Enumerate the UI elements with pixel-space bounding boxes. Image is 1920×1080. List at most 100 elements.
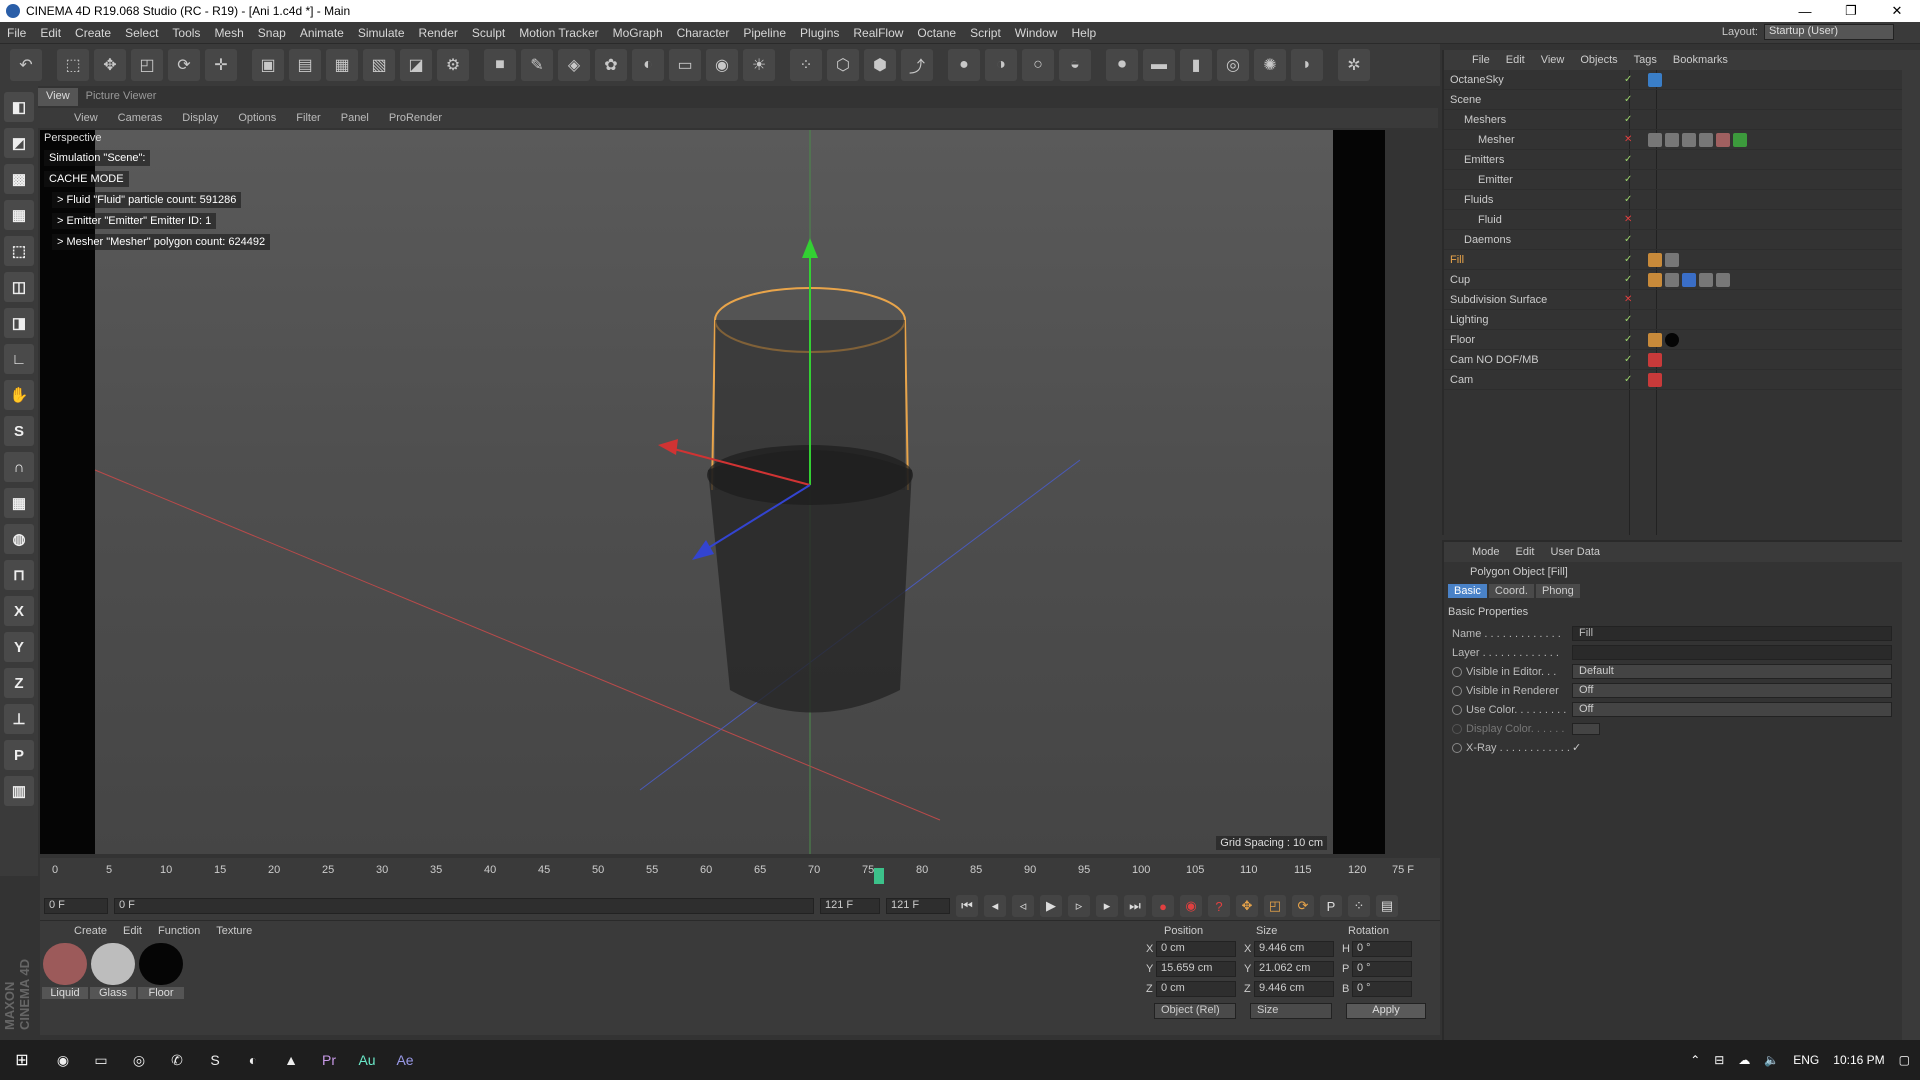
octane-mix-icon[interactable]: ◒ [1059,49,1091,81]
om-menu-objects[interactable]: Objects [1572,54,1625,66]
rotate-icon[interactable]: ⟳ [168,49,200,81]
undo-icon[interactable]: ↶ [10,49,42,81]
viewport-menu-panel[interactable]: Panel [331,112,379,124]
move-icon[interactable]: ✥ [94,49,126,81]
z-axis-lock-icon[interactable]: Z [4,668,34,698]
visibility-toggle[interactable]: ✓ [1624,74,1648,85]
previous-frame-icon[interactable]: ◃ [1012,895,1034,917]
octane-glossy-icon[interactable]: ◑ [985,49,1017,81]
om-menu-edit[interactable]: Edit [1498,54,1533,66]
pen-spline-icon[interactable]: ✎ [521,49,553,81]
menu-mograph[interactable]: MoGraph [606,26,670,40]
chevron-up-icon[interactable]: ⌃ [1690,1053,1700,1067]
menu-sculpt[interactable]: Sculpt [465,26,512,40]
tab-coord[interactable]: Coord. [1488,584,1534,598]
material-tag-icon[interactable] [1648,272,1662,287]
object-row[interactable]: Meshers ✓ [1444,110,1902,130]
polygons-icon[interactable]: ◨ [4,308,34,338]
menu-pipeline[interactable]: Pipeline [736,26,793,40]
audition-icon[interactable]: Au [348,1045,386,1075]
settings-gear-icon[interactable]: ⚙ [437,49,469,81]
octane-sun-icon[interactable]: ✺ [1254,49,1286,81]
tab-picture-viewer[interactable]: Picture Viewer [78,88,165,106]
next-key-icon[interactable]: ▸ [1096,895,1118,917]
record-pla-icon[interactable]: ⁘ [1348,895,1370,917]
viewport-menu-cameras[interactable]: Cameras [108,112,173,124]
psr-icon[interactable]: P [4,740,34,770]
timeline-layout-icon[interactable]: ▤ [1376,895,1398,917]
menu-render[interactable]: Render [412,26,465,40]
om-menu-tags[interactable]: Tags [1626,54,1665,66]
model-mode-icon[interactable]: ◩ [4,128,34,158]
object-row[interactable]: OctaneSky ✓ [1444,70,1902,90]
menu-create[interactable]: Create [68,26,118,40]
y-axis-lock-icon[interactable]: Y [4,632,34,662]
record-parameter-icon[interactable]: P [1320,895,1342,917]
visibility-toggle[interactable]: ✓ [1624,234,1648,245]
am-menu-edit[interactable]: Edit [1508,546,1543,558]
cube-icon[interactable]: ■ [484,49,516,81]
keyframe-selection-icon[interactable]: ? [1208,895,1230,917]
menu-tools[interactable]: Tools [165,26,207,40]
layout-dropdown[interactable]: Startup (User) [1764,24,1894,40]
visibility-toggle[interactable]: ✓ [1624,114,1648,125]
go-to-end-icon[interactable]: ⏭ [1124,895,1146,917]
axis-icon[interactable]: ✛ [205,49,237,81]
visibility-toggle[interactable]: ✕ [1624,294,1648,305]
menu-octane[interactable]: Octane [910,26,963,40]
browser-icon[interactable]: ◎ [120,1045,158,1075]
playhead[interactable] [874,868,884,884]
visibility-toggle[interactable]: ✓ [1624,354,1648,365]
om-menu-bookmarks[interactable]: Bookmarks [1665,54,1736,66]
object-row[interactable]: Floor ✓ [1444,330,1902,350]
viewport-menu-view[interactable]: View [64,112,108,124]
snap-icon[interactable]: S [4,416,34,446]
play-icon[interactable]: ▶ [1040,895,1062,917]
visibility-toggle[interactable]: ✓ [1624,174,1648,185]
octane-settings-icon[interactable]: ▬ [1143,49,1175,81]
visibility-toggle[interactable]: ✓ [1624,94,1648,105]
material-tag-icon[interactable] [1665,252,1679,267]
material-menu-edit[interactable]: Edit [115,925,150,937]
lock-workplane-icon[interactable]: ⊓ [4,560,34,590]
visible-editor-dropdown[interactable]: Default [1572,664,1892,679]
viewport-menu-filter[interactable]: Filter [286,112,330,124]
object-row[interactable]: Lighting ✓ [1444,310,1902,330]
name-field[interactable]: Fill [1572,626,1892,641]
cinema4d-taskbar-icon[interactable]: ◐ [234,1045,272,1075]
mograph-cloner-icon[interactable]: ✿ [595,49,627,81]
file-explorer-icon[interactable]: ▭ [82,1045,120,1075]
menu-help[interactable]: Help [1064,26,1103,40]
animate-radio[interactable] [1452,704,1462,715]
position-x-field[interactable]: 0 cm [1156,941,1236,957]
size-x-field[interactable]: 9.446 cm [1254,941,1334,957]
visibility-toggle[interactable]: ✓ [1624,154,1648,165]
menu-mesh[interactable]: Mesh [207,26,250,40]
position-z-field[interactable]: 0 cm [1156,981,1236,997]
visibility-toggle[interactable]: ✕ [1624,214,1648,225]
material-tag-icon[interactable] [1648,252,1662,267]
visibility-toggle[interactable]: ✓ [1624,374,1648,385]
size-y-field[interactable]: 21.062 cm [1254,961,1334,977]
object-row[interactable]: Cam ✓ [1444,370,1902,390]
texture-mode-icon[interactable]: ▩ [4,164,34,194]
animate-radio[interactable] [1452,685,1462,696]
position-y-field[interactable]: 15.659 cm [1156,961,1236,977]
apply-button[interactable]: Apply [1346,1003,1426,1019]
rotation-b-field[interactable]: 0 ° [1352,981,1412,997]
after-effects-icon[interactable]: Ae [386,1045,424,1075]
grid-snap-icon[interactable]: ▦ [4,488,34,518]
skype-icon[interactable]: S [196,1045,234,1075]
end-frame-field[interactable]: 121 F [886,898,950,914]
object-row[interactable]: Mesher ✕ [1444,130,1902,150]
axis-mode-icon[interactable]: ∟ [4,344,34,374]
floor-icon[interactable]: ▭ [669,49,701,81]
object-row[interactable]: Subdivision Surface ✕ [1444,290,1902,310]
material-menu-create[interactable]: Create [66,925,115,937]
octane-camera-icon[interactable]: ▮ [1180,49,1212,81]
viewport-menu-options[interactable]: Options [228,112,286,124]
object-row[interactable]: Emitters ✓ [1444,150,1902,170]
subdivision-icon[interactable]: ◈ [558,49,590,81]
visibility-toggle[interactable]: ✓ [1624,314,1648,325]
record-scale-icon[interactable]: ◰ [1264,895,1286,917]
